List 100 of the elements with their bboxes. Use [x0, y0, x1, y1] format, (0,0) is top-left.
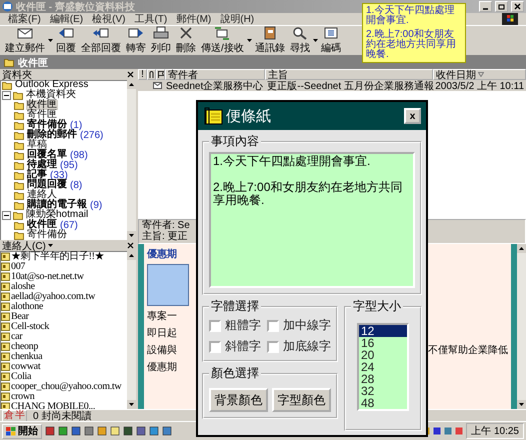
start-button[interactable]: 開始 — [2, 424, 42, 438]
scroll-down-icon[interactable] — [127, 400, 136, 409]
size-option[interactable]: 16 — [359, 337, 407, 349]
folder-label[interactable]: 刪除的郵件 — [26, 130, 78, 140]
contact-name[interactable]: aellad@yahoo.com.tw — [11, 290, 96, 302]
toolbar-button[interactable]: 傳送/接收 — [199, 26, 246, 55]
column-header[interactable]: 收件日期 — [433, 69, 526, 80]
contact-name[interactable]: Bear — [11, 310, 29, 322]
folder-label[interactable]: 記事 — [26, 170, 48, 180]
checkbox-label[interactable]: 加底線字 — [283, 338, 331, 355]
checkbox[interactable] — [267, 340, 279, 352]
folder-label[interactable]: 收件匣 — [26, 100, 58, 110]
size-option[interactable]: 32 — [359, 385, 407, 397]
scrollbar[interactable] — [517, 244, 526, 409]
toolbar-button[interactable]: 編碼 — [318, 26, 343, 55]
folder-label[interactable]: 待處理 — [26, 160, 58, 170]
scrollbar[interactable] — [127, 251, 136, 409]
toolbar-button[interactable]: 尋找 — [288, 26, 312, 55]
contact-name[interactable]: CHANG MOBILE0... — [11, 400, 96, 409]
column-header[interactable]: ! — [138, 69, 147, 80]
size-option[interactable]: 28 — [359, 373, 407, 385]
note-text: 2.晚上7:00和女朋友約在老地方共同享用晚餐. — [366, 30, 457, 60]
size-option[interactable]: 12 — [359, 325, 407, 337]
menu-item[interactable]: 說明(H) — [220, 12, 254, 26]
checkbox-label[interactable]: 粗體字 — [225, 317, 261, 334]
contact-name[interactable]: cowwat — [11, 360, 40, 372]
menu-item[interactable]: 工具(T) — [134, 12, 168, 26]
contact-name[interactable]: cheonp — [11, 340, 38, 352]
checkbox[interactable] — [209, 320, 221, 332]
folder-label[interactable]: 購讀的電子報 — [26, 200, 88, 210]
menu-item[interactable]: 編輯(E) — [50, 12, 84, 26]
contact-name[interactable]: Colia — [11, 370, 32, 382]
menu-item[interactable]: 檔案(F) — [8, 12, 41, 26]
folder-label[interactable]: 本機資料夾 — [25, 90, 77, 100]
folder-label[interactable]: 連絡人 — [26, 190, 58, 200]
toolbar-button[interactable]: 刪除 — [174, 26, 198, 55]
contact-name[interactable]: Cell-stock — [11, 320, 50, 332]
contact-name[interactable]: chenkua — [11, 350, 42, 362]
scroll-down-icon[interactable] — [517, 400, 526, 409]
collapse-icon[interactable] — [2, 90, 11, 100]
toolbar-button[interactable]: 列印 — [149, 26, 173, 55]
contact-name[interactable]: crown — [11, 390, 34, 402]
checkbox-label[interactable]: 斜體字 — [225, 338, 261, 355]
caret-icon[interactable] — [48, 244, 53, 248]
menu-item[interactable]: 檢視(V) — [92, 12, 126, 26]
color-button[interactable]: 背景顏色 — [209, 388, 268, 412]
contact-name[interactable]: 10at@so-net.net.tw — [11, 270, 84, 282]
folder-label[interactable]: 草稿 — [26, 140, 48, 150]
message-row[interactable]: Seednet企業服務中心 更正版--Seednet 五月份企業服務通報2003/5/2 上午 10:11 — [138, 80, 526, 91]
minimize-button[interactable] — [479, 1, 492, 12]
collapse-icon[interactable] — [2, 210, 11, 220]
note-content-field[interactable]: 1.今天下午四點處理開會事宜. 2.晚上7:00和女朋友約在老地方共同享用晚餐. — [209, 152, 415, 288]
scroll-up-icon[interactable] — [127, 80, 136, 89]
column-header[interactable] — [156, 69, 165, 80]
toolbar-button[interactable]: 全部回覆 — [79, 26, 123, 55]
column-header[interactable]: 主旨 — [265, 69, 433, 80]
contact-name[interactable]: ★剩下半年的日子!!★ — [11, 251, 104, 263]
menu-item[interactable]: 郵件(M) — [176, 12, 212, 26]
checkbox[interactable] — [267, 320, 279, 332]
contact-name[interactable]: car — [11, 330, 22, 342]
size-option[interactable]: 48 — [359, 397, 407, 409]
folder-label[interactable]: 回覆名單 — [26, 150, 68, 160]
pane-title[interactable]: 連絡人(C) — [2, 238, 46, 252]
checkbox[interactable] — [209, 340, 221, 352]
contact-name[interactable]: cooper_chou@yahoo.com.tw — [11, 380, 122, 392]
size-option[interactable]: 24 — [359, 361, 407, 373]
folder-label[interactable]: 寄件匣 — [26, 110, 58, 120]
contact-card-icon — [1, 292, 10, 300]
toolbar-button[interactable]: 轉寄 — [124, 26, 148, 55]
column-header[interactable]: 寄件者 — [165, 69, 265, 80]
ime-key[interactable]: 倉 — [4, 410, 14, 420]
toolbar-button[interactable]: 建立郵件 — [3, 26, 47, 55]
toolbar-button[interactable]: 通訊錄 — [252, 26, 287, 55]
ime-key[interactable]: 半 — [15, 410, 25, 420]
contact-name[interactable]: alothone — [11, 300, 44, 312]
scroll-down-icon[interactable] — [127, 231, 136, 240]
folder-label[interactable]: Outlook Express — [14, 80, 90, 90]
checkbox-label[interactable]: 加中線字 — [283, 317, 331, 334]
toolbar-button[interactable]: 回覆 — [54, 26, 78, 55]
scroll-up-icon[interactable] — [127, 251, 136, 260]
scroll-up-icon[interactable] — [517, 244, 526, 253]
folder-label[interactable]: 陳勁榮hotmail — [25, 210, 90, 220]
folder-label[interactable]: 收件匣 — [26, 220, 58, 230]
dropdown-arrow-icon[interactable] — [48, 38, 53, 42]
dropdown-arrow-icon[interactable] — [246, 38, 252, 42]
dropdown-arrow-icon[interactable] — [312, 38, 318, 42]
color-button[interactable]: 字型顏色 — [272, 388, 331, 412]
folder-label[interactable]: 問題回覆 — [26, 180, 68, 190]
close-icon[interactable] — [127, 71, 134, 78]
restore-button[interactable] — [495, 1, 508, 12]
folder-label[interactable]: 寄件備份 — [26, 230, 68, 240]
scrollbar[interactable] — [127, 80, 136, 240]
close-icon[interactable] — [127, 242, 134, 249]
folder-label[interactable]: 寄件備份 — [26, 120, 68, 130]
contact-name[interactable]: aloshe — [11, 280, 35, 292]
size-option[interactable]: 20 — [359, 349, 407, 361]
column-header[interactable] — [147, 69, 156, 80]
contact-name[interactable]: 007 — [11, 260, 26, 272]
close-button[interactable] — [511, 1, 524, 12]
close-button[interactable]: x — [404, 108, 421, 124]
